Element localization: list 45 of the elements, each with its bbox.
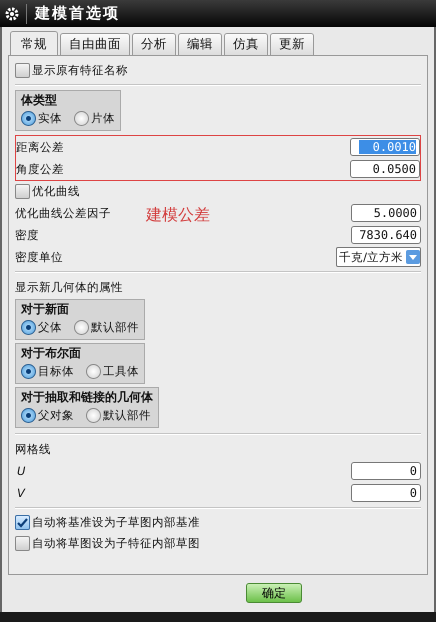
checkbox[interactable] [15, 184, 30, 199]
field-label: 角度公差 [16, 162, 64, 176]
tab[interactable]: 常规 [10, 31, 58, 56]
group-title: 对于布尔面 [21, 345, 82, 362]
input-field[interactable]: 0.0500 [350, 160, 420, 178]
checkbox-label: 优化曲线 [32, 184, 80, 199]
field-label: 优化曲线公差因子 [15, 206, 111, 220]
section-label: 显示新几何体的属性 [15, 280, 123, 294]
gear-icon[interactable] [4, 6, 20, 22]
group-title: 对于新面 [21, 301, 70, 318]
field-label: 距离公差 [16, 140, 64, 154]
tab[interactable]: 自由曲面 [60, 33, 130, 55]
field-label: V [16, 486, 25, 500]
checkbox[interactable] [15, 536, 30, 551]
checkbox-label: 自动将基准设为子草图内部基准 [32, 515, 200, 530]
radio-option[interactable]: 工具体 [86, 364, 139, 379]
radio-option[interactable]: 默认部件 [86, 408, 151, 423]
section-label: 网格线 [15, 442, 51, 456]
checkbox[interactable] [15, 515, 30, 530]
field-label: U [16, 464, 26, 478]
input-field[interactable]: 0 [351, 484, 421, 502]
radio-option[interactable]: 父对象 [21, 408, 74, 423]
tab[interactable]: 更新 [270, 33, 314, 55]
field-label: 密度 [15, 228, 39, 242]
tab[interactable]: 编辑 [178, 33, 222, 55]
checkbox-label: 显示原有特征名称 [32, 63, 128, 78]
group-title: 体类型 [21, 92, 58, 109]
unit-dropdown[interactable]: 千克/立方米 [336, 247, 421, 267]
checkbox-label: 自动将草图设为子特征内部草图 [32, 536, 200, 551]
tab[interactable]: 分析 [132, 33, 176, 55]
tab[interactable]: 仿真 [224, 33, 268, 55]
annotation-text: 建模公差 [146, 205, 210, 226]
radio-option[interactable]: 目标体 [21, 364, 74, 379]
radio-option[interactable]: 实体 [21, 111, 62, 126]
window-title: 建模首选项 [35, 4, 120, 23]
checkbox[interactable] [15, 63, 30, 78]
input-field[interactable]: 5.0000 [351, 204, 421, 222]
input-field[interactable]: 0 [351, 462, 421, 480]
group-title: 对于抽取和链接的几何体 [21, 389, 153, 406]
radio-option[interactable]: 父体 [21, 320, 62, 335]
radio-option[interactable]: 默认部件 [74, 320, 139, 335]
ok-button[interactable]: 确定 [246, 583, 302, 603]
radio-option[interactable]: 片体 [74, 111, 115, 126]
input-field[interactable]: 7830.640 [351, 226, 421, 244]
field-label: 密度单位 [15, 250, 63, 264]
